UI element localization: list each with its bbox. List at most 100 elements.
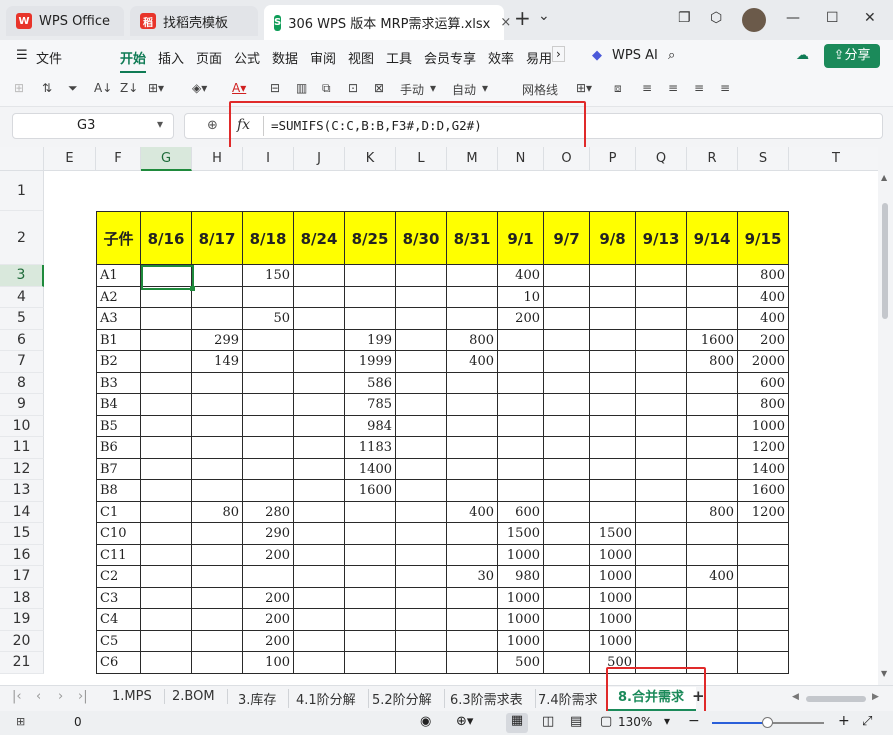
row-header[interactable]: 15 bbox=[0, 523, 44, 545]
table-cell[interactable] bbox=[636, 587, 687, 609]
table-header-cell[interactable]: 8/17 bbox=[192, 211, 243, 265]
table-cell[interactable] bbox=[498, 394, 544, 416]
table-cell[interactable] bbox=[243, 480, 294, 502]
table-cell[interactable] bbox=[544, 587, 590, 609]
table-cell[interactable] bbox=[141, 630, 192, 652]
table-cell[interactable] bbox=[636, 523, 687, 545]
table-cell[interactable] bbox=[447, 286, 498, 308]
table-cell[interactable] bbox=[738, 544, 789, 566]
fill-handle[interactable] bbox=[190, 286, 195, 291]
table-cell[interactable] bbox=[243, 329, 294, 351]
table-cell[interactable]: 200 bbox=[243, 609, 294, 631]
table-cell[interactable]: 1000 bbox=[590, 587, 636, 609]
table-cell[interactable] bbox=[192, 437, 243, 459]
table-cell[interactable]: 600 bbox=[498, 501, 544, 523]
table-cell[interactable] bbox=[141, 415, 192, 437]
next-sheet-icon[interactable]: › bbox=[58, 689, 63, 704]
table-cell[interactable]: C5 bbox=[96, 630, 141, 652]
table-cell[interactable] bbox=[141, 458, 192, 480]
table-cell[interactable] bbox=[636, 544, 687, 566]
table-cell[interactable] bbox=[396, 566, 447, 588]
table-cell[interactable] bbox=[447, 308, 498, 330]
table-cell[interactable] bbox=[636, 480, 687, 502]
menu-review[interactable]: 审阅 bbox=[310, 48, 336, 67]
table-cell[interactable] bbox=[192, 394, 243, 416]
table-cell[interactable] bbox=[544, 544, 590, 566]
table-cell[interactable] bbox=[294, 308, 345, 330]
column-header[interactable]: R bbox=[687, 147, 738, 171]
calc-icon[interactable]: ⊠ bbox=[374, 81, 384, 95]
page-break-icon[interactable]: ▤ bbox=[570, 714, 582, 729]
chevron-down-icon[interactable]: ▾ bbox=[664, 714, 670, 728]
table-cell[interactable] bbox=[294, 523, 345, 545]
table-cell[interactable] bbox=[498, 458, 544, 480]
border-icon[interactable]: ⊞▾ bbox=[148, 81, 164, 95]
table-cell[interactable] bbox=[687, 308, 738, 330]
table-header-cell[interactable]: 8/30 bbox=[396, 211, 447, 265]
table-cell[interactable] bbox=[687, 523, 738, 545]
table-cell[interactable] bbox=[141, 308, 192, 330]
table-cell[interactable] bbox=[192, 652, 243, 674]
row-header[interactable]: 1 bbox=[0, 171, 44, 211]
minimize-icon[interactable]: — bbox=[786, 10, 800, 26]
table-header-cell[interactable]: 8/16 bbox=[141, 211, 192, 265]
table-cell[interactable] bbox=[141, 523, 192, 545]
table-cell[interactable] bbox=[396, 286, 447, 308]
table-cell[interactable]: 1400 bbox=[345, 458, 396, 480]
table-cell[interactable] bbox=[544, 652, 590, 674]
table-cell[interactable] bbox=[544, 609, 590, 631]
align-left-icon[interactable]: ≡ bbox=[642, 81, 652, 95]
row-header[interactable]: 4 bbox=[0, 286, 44, 308]
table-cell[interactable] bbox=[294, 286, 345, 308]
table-cell[interactable] bbox=[687, 458, 738, 480]
row-header[interactable]: 8 bbox=[0, 372, 44, 394]
table-cell[interactable] bbox=[636, 437, 687, 459]
row-header[interactable]: 16 bbox=[0, 544, 44, 566]
menu-formula[interactable]: 公式 bbox=[234, 48, 260, 67]
table-cell[interactable] bbox=[636, 458, 687, 480]
table-cell[interactable] bbox=[544, 415, 590, 437]
table-cell[interactable] bbox=[243, 566, 294, 588]
table-cell[interactable] bbox=[243, 286, 294, 308]
table-cell[interactable]: 200 bbox=[243, 544, 294, 566]
row-header[interactable]: 2 bbox=[0, 211, 44, 265]
table-cell[interactable] bbox=[544, 566, 590, 588]
table-cell[interactable]: 1000 bbox=[498, 630, 544, 652]
maximize-icon[interactable]: ☐ bbox=[826, 10, 839, 26]
table-cell[interactable] bbox=[141, 329, 192, 351]
table-cell[interactable] bbox=[544, 394, 590, 416]
row-header[interactable]: 21 bbox=[0, 652, 44, 674]
column-header[interactable]: H bbox=[192, 147, 243, 171]
worksheet-icon[interactable]: ⧉ bbox=[322, 81, 331, 96]
table-cell[interactable] bbox=[590, 437, 636, 459]
table-cell[interactable]: 1600 bbox=[738, 480, 789, 502]
table-cell[interactable] bbox=[396, 308, 447, 330]
zoom-out-icon[interactable]: − bbox=[688, 713, 700, 729]
column-header[interactable]: Q bbox=[636, 147, 687, 171]
table-cell[interactable] bbox=[294, 630, 345, 652]
locate-icon[interactable]: ⊕▾ bbox=[456, 714, 473, 729]
avatar[interactable] bbox=[742, 8, 766, 32]
table-cell[interactable] bbox=[396, 652, 447, 674]
table-cell[interactable]: C4 bbox=[96, 609, 141, 631]
sort-ascending-icon[interactable]: A↓ bbox=[94, 81, 112, 95]
table-cell[interactable] bbox=[396, 609, 447, 631]
table-cell[interactable] bbox=[294, 501, 345, 523]
page-layout-icon[interactable]: ◫ bbox=[542, 714, 554, 729]
table-cell[interactable]: 800 bbox=[687, 351, 738, 373]
table-cell[interactable]: 100 bbox=[243, 652, 294, 674]
table-cell[interactable]: 30 bbox=[447, 566, 498, 588]
table-cell[interactable] bbox=[141, 480, 192, 502]
merge-icon[interactable]: ⊟ bbox=[270, 81, 280, 95]
table-cell[interactable] bbox=[243, 437, 294, 459]
table-cell[interactable] bbox=[345, 544, 396, 566]
table-cell[interactable] bbox=[243, 372, 294, 394]
table-header-cell[interactable]: 8/18 bbox=[243, 211, 294, 265]
table-cell[interactable] bbox=[447, 394, 498, 416]
table-cell[interactable] bbox=[141, 587, 192, 609]
column-header[interactable]: F bbox=[96, 147, 141, 171]
table-cell[interactable] bbox=[345, 523, 396, 545]
table-cell[interactable] bbox=[544, 351, 590, 373]
table-cell[interactable] bbox=[687, 587, 738, 609]
table-cell[interactable] bbox=[192, 372, 243, 394]
